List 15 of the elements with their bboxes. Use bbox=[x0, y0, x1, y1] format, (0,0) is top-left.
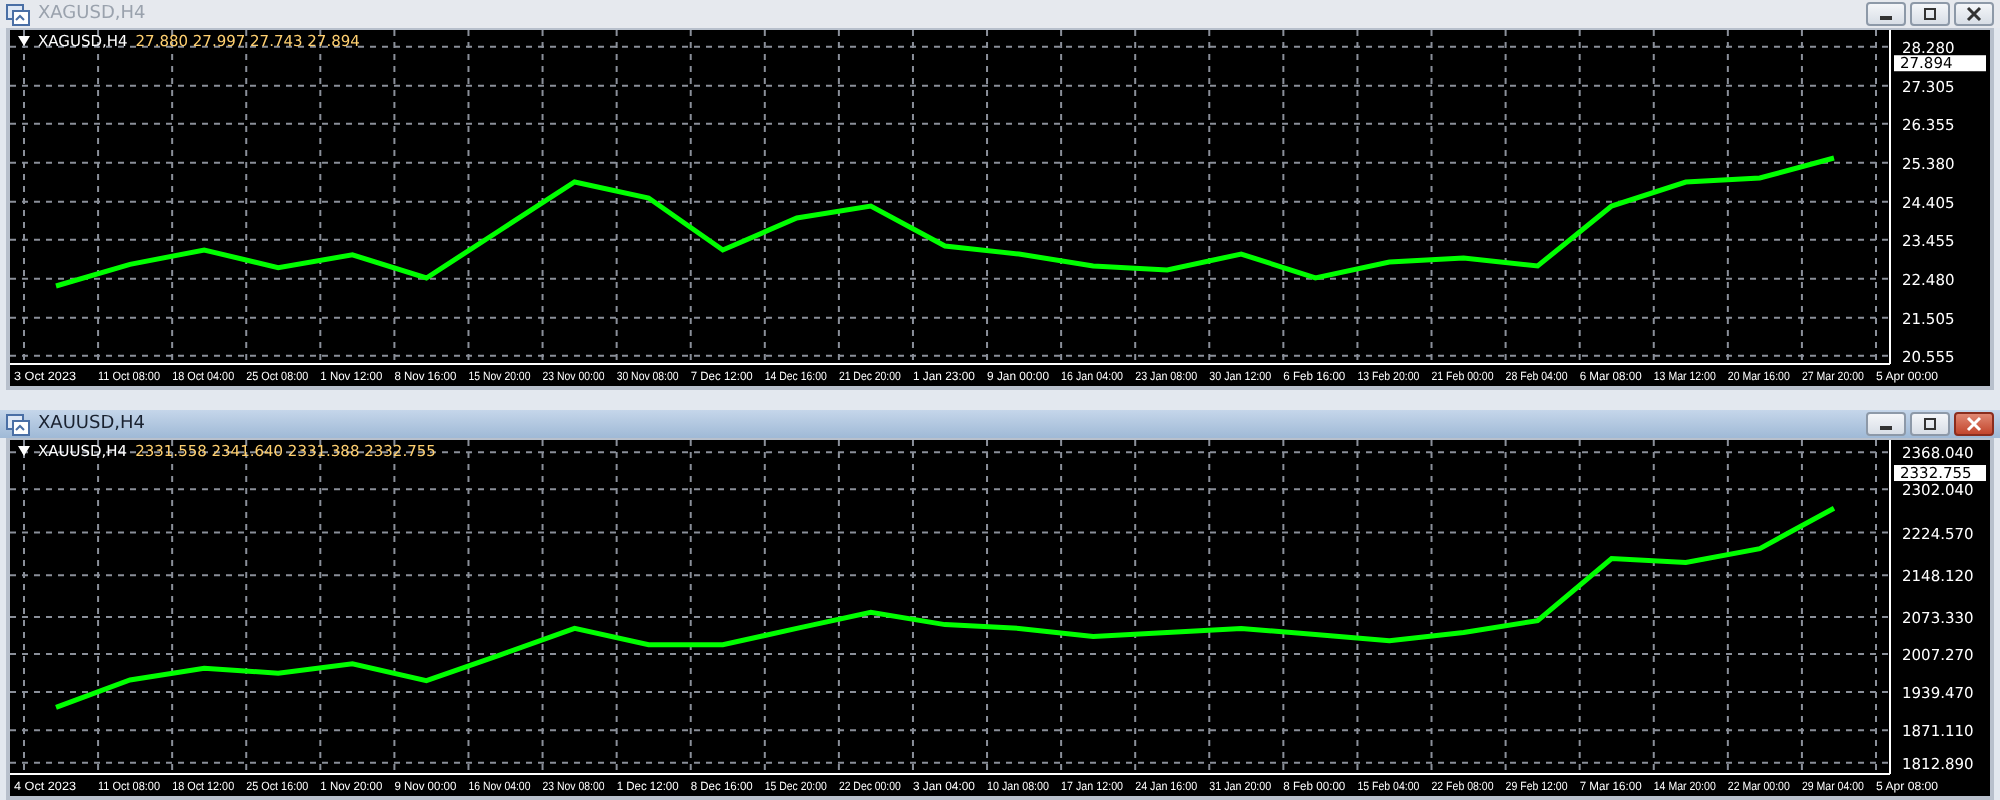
window-title: XAGUSD,H4 bbox=[38, 4, 146, 24]
close-icon bbox=[1964, 416, 1984, 432]
maximize-button[interactable] bbox=[1910, 412, 1950, 436]
maximize-icon bbox=[1920, 416, 1940, 432]
close-icon bbox=[1964, 6, 1984, 22]
minimize-button[interactable] bbox=[1866, 412, 1906, 436]
close-button[interactable] bbox=[1954, 412, 1994, 436]
minimize-button[interactable] bbox=[1866, 2, 1906, 26]
close-button[interactable] bbox=[1954, 2, 1994, 26]
dropdown-triangle-icon[interactable] bbox=[18, 36, 30, 46]
dropdown-triangle-icon[interactable] bbox=[18, 446, 30, 456]
window-title: XAUUSD,H4 bbox=[38, 414, 145, 434]
maximize-icon bbox=[1920, 6, 1940, 22]
maximize-button[interactable] bbox=[1910, 2, 1950, 26]
chart-window-icon bbox=[6, 413, 30, 435]
